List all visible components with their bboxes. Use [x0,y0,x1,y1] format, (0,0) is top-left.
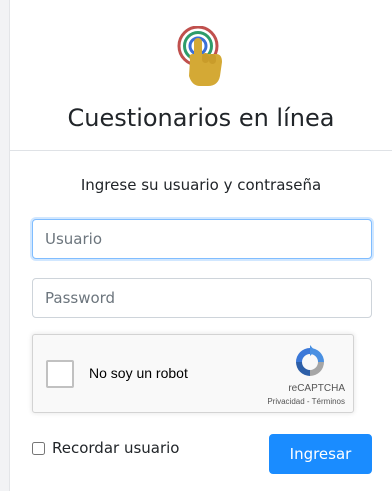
username-input[interactable] [32,219,372,259]
left-edge-rule [0,0,10,491]
recaptcha-logo-icon [296,345,324,376]
recaptcha-links: Privacidad - Términos [267,397,345,406]
password-input[interactable] [32,278,372,318]
remember-user-checkbox[interactable] [32,441,45,455]
recaptcha-terms-link[interactable]: Términos [312,397,345,406]
recaptcha-privacy-link[interactable]: Privacidad [267,397,304,406]
recaptcha-checkbox[interactable] [46,360,74,388]
login-submit-button[interactable]: Ingresar [269,434,372,474]
header-divider [10,150,392,151]
page-title: Cuestionarios en línea [67,104,335,132]
recaptcha-widget: No soy un robot reCAPTCHA Privacidad - T… [32,334,354,413]
touch-hand-logo-icon [177,26,222,86]
remember-user-label: Recordar usuario [52,439,180,457]
recaptcha-link-separator: - [304,397,312,406]
login-instructions: Ingrese su usuario y contraseña [80,176,322,194]
recaptcha-label: No soy un robot [89,365,188,381]
recaptcha-brand: reCAPTCHA [288,383,345,394]
remember-user-option[interactable]: Recordar usuario [32,439,180,457]
